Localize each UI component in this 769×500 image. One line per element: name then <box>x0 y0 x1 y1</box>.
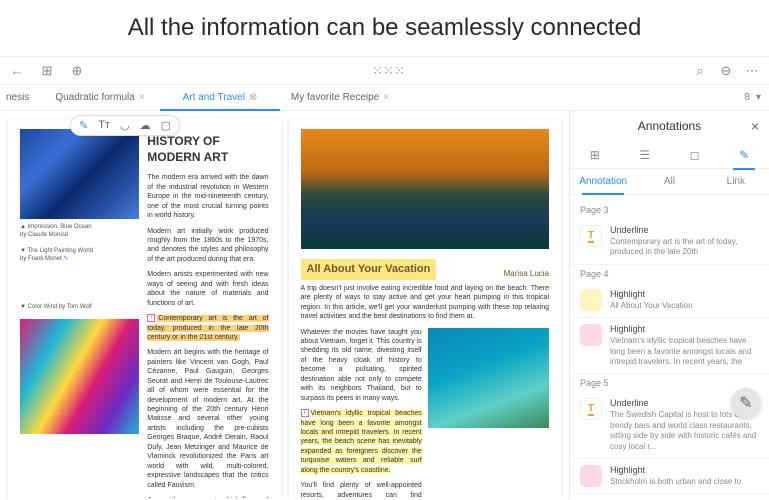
annotation-item[interactable]: HighlightStockholm is both urban and clo… <box>570 459 769 494</box>
panel-header: Annotations × <box>570 111 769 141</box>
image-caption: ▼ Color Wind by Tom Wolf <box>20 303 139 311</box>
toggle-icon[interactable]: ⊖ <box>717 62 735 80</box>
underline-chip: T <box>580 398 602 420</box>
text-tool-icon[interactable]: Tᴛ <box>98 119 110 132</box>
more-icon[interactable]: ⋯ <box>743 62 761 80</box>
document-viewer: ✎ Tᴛ ◡ ☁ ▢ ▲ Impression, Blue Oceanby Cl… <box>0 111 569 498</box>
annotation-icon[interactable]: ✎ <box>739 148 749 162</box>
list-view-icon[interactable]: ☰ <box>639 148 650 162</box>
top-toolbar: ← ⊞ ⊕ ⁙⁙⁙ ⌕ ⊖ ⋯ <box>0 57 769 85</box>
annotation-item[interactable]: HighlightVietnam's idyllic tropical beac… <box>570 318 769 374</box>
edit-fab[interactable]: ✎ <box>731 388 761 418</box>
page-label: Page 4 <box>570 265 769 283</box>
apps-icon[interactable]: ⁙⁙⁙ <box>380 62 398 80</box>
grid-view-icon[interactable]: ⊞ <box>590 148 600 162</box>
artwork-image <box>20 319 139 434</box>
new-tab-icon[interactable]: ⊕ <box>68 62 86 80</box>
tab-quadratic[interactable]: Quadratic formula× <box>40 85 160 110</box>
grid-icon[interactable]: ⊞ <box>38 62 56 80</box>
paragraph: Among the movements which flowered in th… <box>147 496 268 498</box>
doc-page-left: ▲ Impression, Blue Oceanby Claude Monisd… <box>8 119 281 498</box>
article-title: HISTORY OF MODERN ART <box>147 133 268 165</box>
article-title: All About Your Vacation <box>301 259 437 280</box>
author-name: Marisa Lucia <box>442 269 549 280</box>
paragraph: The modern era arrived with the dawn of … <box>147 173 268 220</box>
annotations-panel: Annotations × ⊞ ☰ ◻ ✎ Annotation All Lin… <box>569 111 769 498</box>
pen-icon[interactable]: ✎ <box>79 119 88 132</box>
back-icon[interactable]: ← <box>8 62 26 80</box>
highlight-chip <box>580 324 602 346</box>
marketing-headline: All the information can be seamlessly co… <box>0 0 769 56</box>
eraser-icon[interactable]: ◡ <box>120 119 130 132</box>
highlight-chip <box>580 289 602 311</box>
bookmark-icon[interactable]: ◻ <box>690 148 700 162</box>
travel-image <box>428 328 549 428</box>
highlighted-text: TVietnam's idyllic tropical beaches have… <box>301 409 422 475</box>
tab-recipe[interactable]: My favorite Receipe× <box>280 85 400 110</box>
panel-view-icons: ⊞ ☰ ◻ ✎ <box>570 141 769 169</box>
image-caption: ▼ The Light Painting Worldby Frank Monet… <box>20 247 139 263</box>
hero-image <box>301 129 550 249</box>
close-icon[interactable]: × <box>383 92 389 103</box>
page-number: 8 <box>744 92 750 103</box>
paragraph: Modern art begins with the heritage of p… <box>147 348 268 490</box>
tab-nesis[interactable]: nesis <box>0 85 40 110</box>
search-icon[interactable]: ⌕ <box>691 62 709 80</box>
tab-all[interactable]: All <box>636 169 702 194</box>
image-caption: ▲ Impression, Blue Oceanby Claude Monisd <box>20 223 139 239</box>
comment-icon[interactable]: ☁ <box>140 119 151 132</box>
main-body: ✎ Tᴛ ◡ ☁ ▢ ▲ Impression, Blue Oceanby Cl… <box>0 111 769 498</box>
close-icon[interactable]: × <box>139 92 145 103</box>
doc-page-right: All About Your Vacation Marisa Lucia A t… <box>289 119 562 498</box>
close-icon[interactable]: ⊗ <box>249 92 257 103</box>
paragraph: Modern art initially work produced rough… <box>147 227 268 265</box>
highlight-chip <box>580 465 602 487</box>
annotation-item[interactable]: T UnderlineContemporary art is the art o… <box>570 219 769 265</box>
close-icon[interactable]: × <box>751 118 759 134</box>
artwork-image <box>20 129 139 219</box>
floating-tools: ✎ Tᴛ ◡ ☁ ▢ <box>70 115 180 136</box>
underline-chip: T <box>580 225 602 247</box>
note-icon[interactable]: ▢ <box>161 119 171 132</box>
tab-annotation[interactable]: Annotation <box>570 169 636 194</box>
app-window: ← ⊞ ⊕ ⁙⁙⁙ ⌕ ⊖ ⋯ nesis Quadratic formula×… <box>0 56 769 498</box>
chevron-down-icon[interactable]: ▾ <box>756 92 761 103</box>
annotation-item[interactable]: HighlightAll About Your Vacation <box>570 283 769 318</box>
tab-strip: nesis Quadratic formula× Art and Travel⊗… <box>0 85 769 111</box>
highlighted-text: TContemporary art is the art of today, p… <box>147 314 268 342</box>
paragraph: Modern artists experimented with new way… <box>147 270 268 308</box>
annotation-list: Page 3 T UnderlineContemporary art is th… <box>570 195 769 498</box>
ann-sub-tabs: Annotation All Link <box>570 169 769 195</box>
tab-art-travel[interactable]: Art and Travel⊗ <box>160 85 280 110</box>
page-label: Page 3 <box>570 201 769 219</box>
tab-link[interactable]: Link <box>703 169 769 194</box>
paragraph: Whatever the movies have taught you abou… <box>301 328 422 404</box>
paragraph: You'll find plenty of well-appointed res… <box>301 481 422 498</box>
paragraph: A trip doesn't just involve eating incre… <box>301 284 550 322</box>
